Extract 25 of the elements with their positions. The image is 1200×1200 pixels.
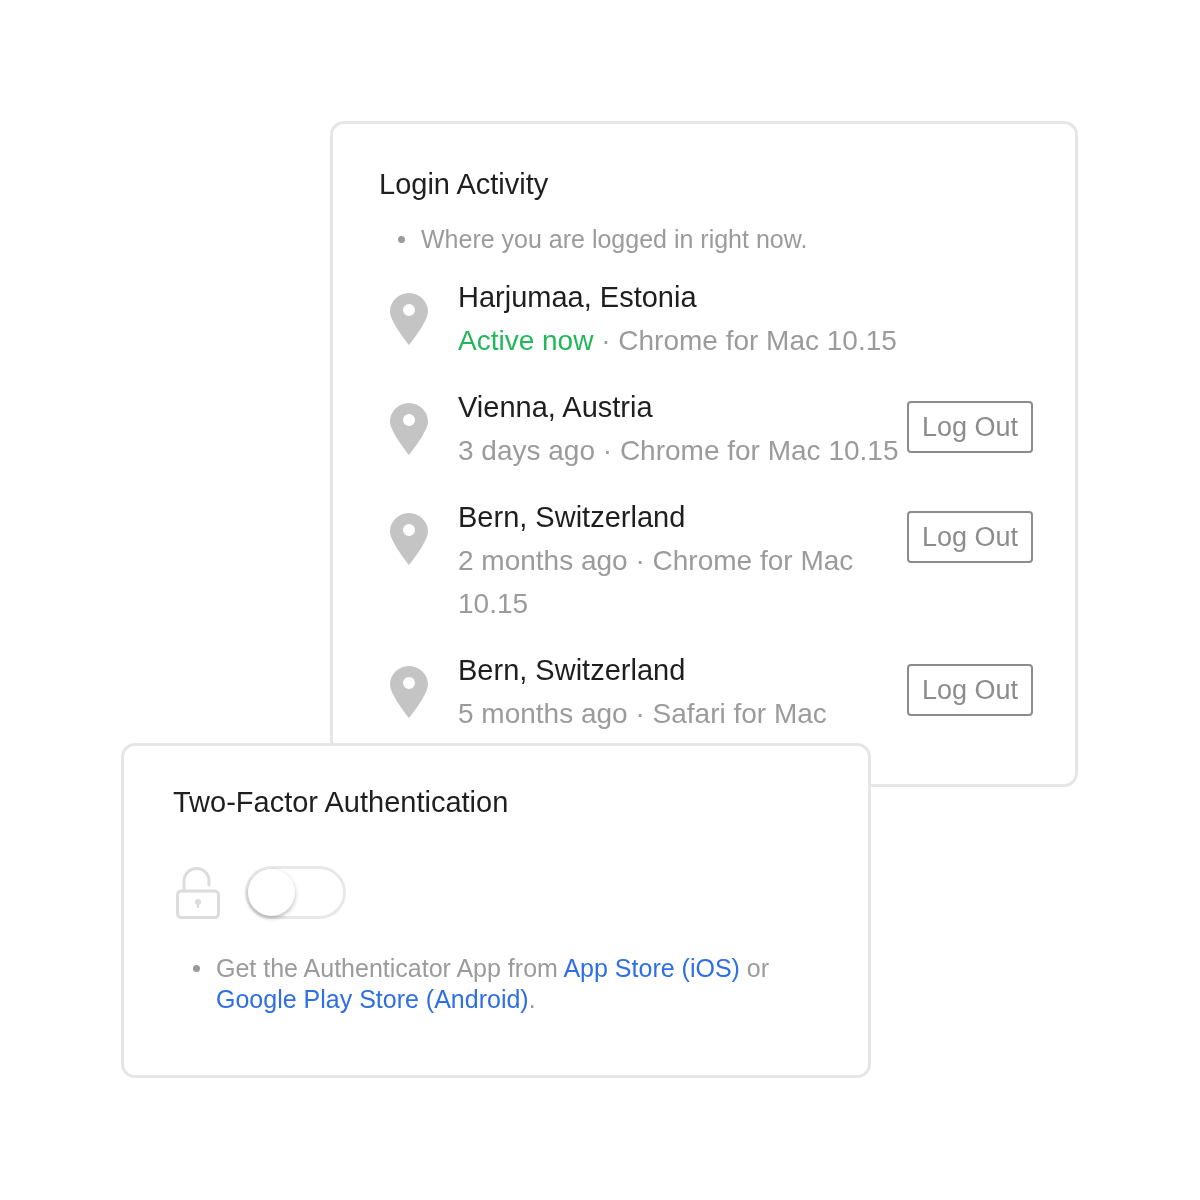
bullet-icon xyxy=(193,965,200,972)
session-details: 3 days ago · Chrome for Mac 10.15 xyxy=(458,434,900,468)
session-details: 2 months ago · Chrome for Mac 10.15 xyxy=(458,544,855,621)
bullet-icon xyxy=(398,236,405,243)
session-location: Bern, Switzerland xyxy=(458,653,687,688)
location-pin-icon xyxy=(390,293,428,345)
location-pin-icon xyxy=(390,403,428,455)
location-pin-icon xyxy=(390,666,428,718)
log-out-button[interactable]: Log Out xyxy=(906,401,1033,453)
store-link[interactable]: Google Play Store (Android) xyxy=(216,985,529,1013)
card-title: Two-Factor Authentication xyxy=(173,785,510,820)
card-title: Login Activity xyxy=(379,167,550,202)
app-download-note: Get the Authenticator App from App Store (iOS) or Google Play Store (Android). xyxy=(216,953,771,1015)
info-note: Where you are logged in right now. xyxy=(421,224,808,255)
session-details: Active now · Chrome for Mac 10.15 xyxy=(458,324,898,358)
session-location: Harjumaa, Estonia xyxy=(458,280,698,315)
log-out-button[interactable]: Log Out xyxy=(906,511,1033,563)
session-location: Bern, Switzerland xyxy=(458,500,687,535)
session-location: Vienna, Austria xyxy=(458,390,654,425)
log-out-button[interactable]: Log Out xyxy=(906,664,1033,716)
store-link[interactable]: App Store (iOS) xyxy=(563,954,740,982)
session-details: 5 months ago · Safari for Mac xyxy=(458,697,828,731)
location-pin-icon xyxy=(390,513,428,565)
toggle-switch[interactable] xyxy=(245,866,346,919)
padlock-icon xyxy=(176,866,220,919)
